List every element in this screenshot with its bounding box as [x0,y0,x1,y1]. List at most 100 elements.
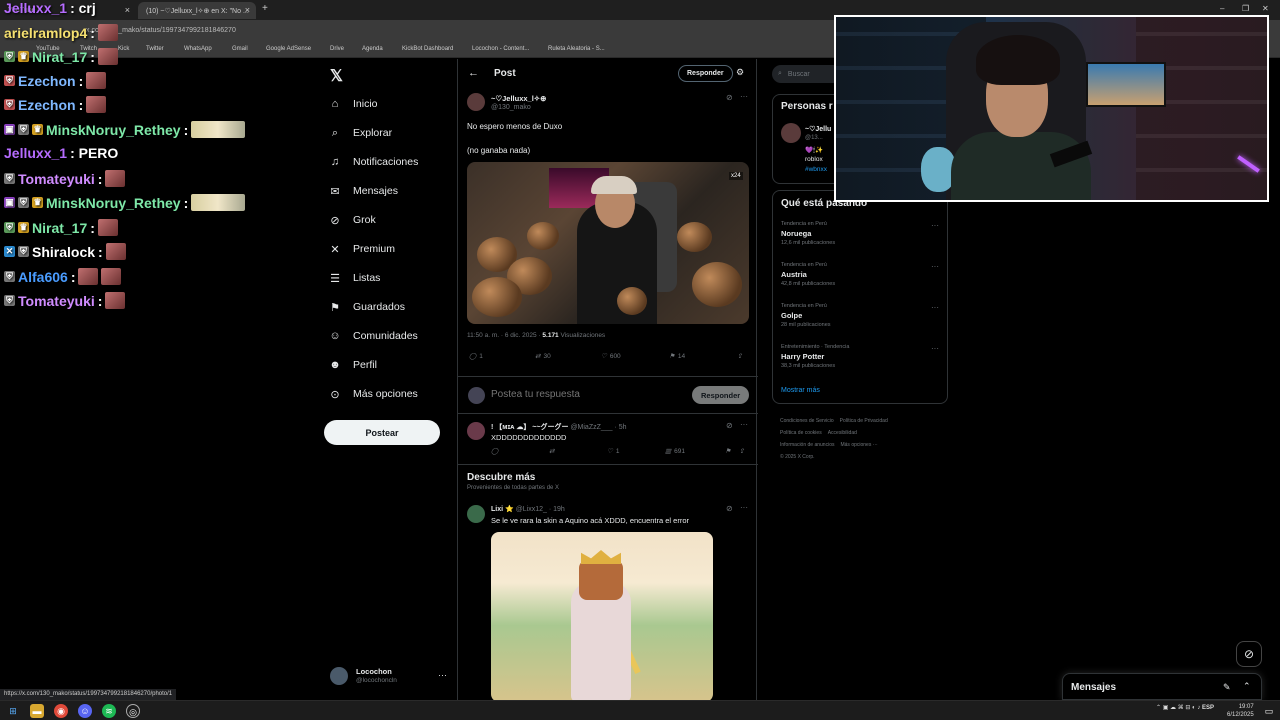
discord-icon[interactable]: ☺ [78,704,92,718]
person-hashtag[interactable]: #wbnxx [805,166,827,173]
avatar[interactable] [467,505,485,523]
more-icon[interactable]: ··· [740,420,748,429]
nav-item-notificaciones[interactable]: ♫ Notificaciones [329,151,419,173]
system-tray[interactable]: ⌃ ▣ ☁ ⌘ ⊟ ◐ ♪ ESP [1156,704,1214,711]
more-icon[interactable]: ··· [931,303,939,312]
reply-submit-button[interactable]: Responder [692,386,750,404]
bookmark-action[interactable]: ⚑ [725,447,731,455]
reply-input[interactable] [491,389,671,400]
more-icon[interactable]: ··· [931,221,939,230]
tweet-author[interactable]: Lixi ⭐ [491,506,514,513]
repost-action[interactable]: ⇄ [549,447,554,455]
x-logo-icon[interactable]: 𝕏 [330,66,343,86]
views-label: Visualizaciones [560,332,606,339]
footer-link[interactable]: Más opciones ··· [840,442,877,448]
post-column: ← Post Responder ⚙ ~♡Jelluxx_l✧⊕ @130_ma… [457,59,758,700]
bookmark-action[interactable]: ⚑ 14 [669,352,685,361]
footer-link[interactable]: Política de Privacidad [840,418,888,424]
obs-icon[interactable]: ◎ [126,704,140,718]
person-name[interactable]: ~♡Jellu [805,125,831,133]
reply-tweet[interactable]: ! 【ᴍɪᴀ ☁】 ~~グーグー @MiaZzZ___ · 5h ⊘ ··· X… [458,415,758,465]
bookmark-item[interactable]: Ruleta Aleatoria - S... [548,46,605,52]
bookmark-item[interactable]: Locochon - Content... [472,46,529,52]
like-action[interactable]: ♡ 1 [607,447,619,456]
nav-item-premium[interactable]: ✕ Premium [329,238,395,260]
notification-icon[interactable]: ▭ [1262,704,1276,718]
nav-item-grok[interactable]: ⊘ Grok [329,209,375,231]
account-switcher[interactable]: Locochon @locochoncln ··· [330,665,450,689]
nav-item-perfil[interactable]: ☻ Perfil [329,354,377,376]
clock[interactable]: 19:07 6/12/2025 [1227,703,1254,719]
chat-message: : [90,219,95,236]
grok-icon[interactable]: ⊘ [726,93,733,102]
nav-item-guardados[interactable]: ⚑ Guardados [329,296,405,318]
views-action[interactable]: ▥ 691 [665,447,685,456]
avatar[interactable] [781,123,801,143]
post-author[interactable]: ~♡Jelluxx_l✧⊕ [491,94,546,103]
nav-item-mas-opciones[interactable]: ⊙ Más opciones [329,383,417,405]
grok-icon[interactable]: ⊘ [726,504,733,513]
nav-item-explorar[interactable]: ⌕ Explorar [329,122,392,144]
sliders-icon[interactable]: ⚙ [736,67,744,78]
bookmark-item[interactable]: KickBot Dashboard [402,46,453,52]
post-image[interactable]: x24 [467,162,749,324]
nav-item-comunidades[interactable]: ☺ Comunidades [329,325,418,347]
chevron-up-icon[interactable]: ⌃ [1243,681,1251,692]
footer-link[interactable]: Accesibilidad [828,430,857,436]
nav-item-listas[interactable]: ☰ Listas [329,267,380,289]
post-handle[interactable]: @130_mako [491,104,531,111]
file-explorer-icon[interactable]: ▬ [30,704,44,718]
bookmark-item[interactable]: Drive [330,46,344,52]
reply-button[interactable]: Responder [678,65,733,82]
more-icon[interactable]: ··· [438,670,447,680]
repost-action[interactable]: ⇄ 30 [535,352,551,361]
more-icon[interactable]: ··· [931,344,939,353]
trend-item[interactable]: Tendencia en Perú Austria 42,8 mil publi… [781,262,941,287]
nav-item-inicio[interactable]: ⌂ Inicio [329,93,378,115]
new-message-icon[interactable]: ✎ [1223,682,1231,693]
avatar[interactable] [467,422,485,440]
grok-icon[interactable]: ⊘ [726,421,733,430]
reply-action[interactable]: ◯ 1 [469,352,483,361]
windows-start-icon[interactable]: ⊞ [6,704,20,718]
post-timestamp: 11:50 a. m. · 6 dic. 2025 · 5.171 Visual… [467,332,605,339]
nav-label: Comunidades [353,330,418,342]
share-action[interactable]: ⇪ [737,352,742,360]
grok-button[interactable]: ⊘ [1236,641,1262,667]
reply-handle: @MiaZzZ___ · 5h [570,424,627,431]
like-action[interactable]: ♡ 600 [601,352,621,361]
more-icon[interactable]: ··· [931,262,939,271]
chrome-icon[interactable]: ◉ [54,704,68,718]
back-arrow-icon[interactable]: ← [468,67,479,79]
footer-link[interactable]: Política de cookies [780,430,822,436]
footer-link[interactable]: Condiciones de Servicio [780,418,834,424]
search-field[interactable]: ⌕ Buscar [772,65,842,83]
emote-image [191,121,246,138]
more-icon[interactable]: ··· [740,503,748,512]
nav-label: Premium [353,243,396,255]
footer-link[interactable]: Información de anuncios [780,442,834,448]
avatar[interactable] [467,93,485,111]
reply-action[interactable]: ◯ [491,447,498,455]
show-more-link[interactable]: Mostrar más [781,387,820,394]
crown-icon: ♛ [18,51,29,62]
spotify-icon[interactable]: ≋ [102,704,116,718]
close-window-icon[interactable]: ✕ [1262,4,1269,13]
minimize-icon[interactable]: – [1220,4,1224,13]
maximize-icon[interactable]: ❐ [1242,4,1249,13]
trend-item[interactable]: Entretenimiento · Tendencia Harry Potter… [781,344,941,369]
repost-icon: ⇄ [549,448,555,455]
trend-item[interactable]: Tendencia en Perú Golpe 28 mil publicaci… [781,303,941,328]
nav-item-mensajes[interactable]: ✉ Mensajes [329,180,398,202]
discover-tweet[interactable]: Lixi ⭐ @Lixx12_ · 19h ⊘ ··· Se le ve rar… [458,499,758,700]
more-icon[interactable]: ··· [740,92,748,101]
bookmark-item[interactable]: Agenda [362,46,383,52]
chat-message-line: ⛨ ♛ Nirat_17: [4,48,118,65]
language-indicator[interactable]: ESP [1202,705,1214,711]
tweet-image[interactable] [491,532,713,700]
trend-item[interactable]: Tendencia en Perú Noruega 12,6 mil publi… [781,221,941,246]
messages-drawer[interactable]: Mensajes ✎ ⌃ [1062,673,1262,700]
reply-author[interactable]: ! 【ᴍɪᴀ ☁】 ~~グーグー [491,424,568,431]
post-button[interactable]: Postear [324,420,440,445]
share-action[interactable]: ⇪ [739,447,744,455]
